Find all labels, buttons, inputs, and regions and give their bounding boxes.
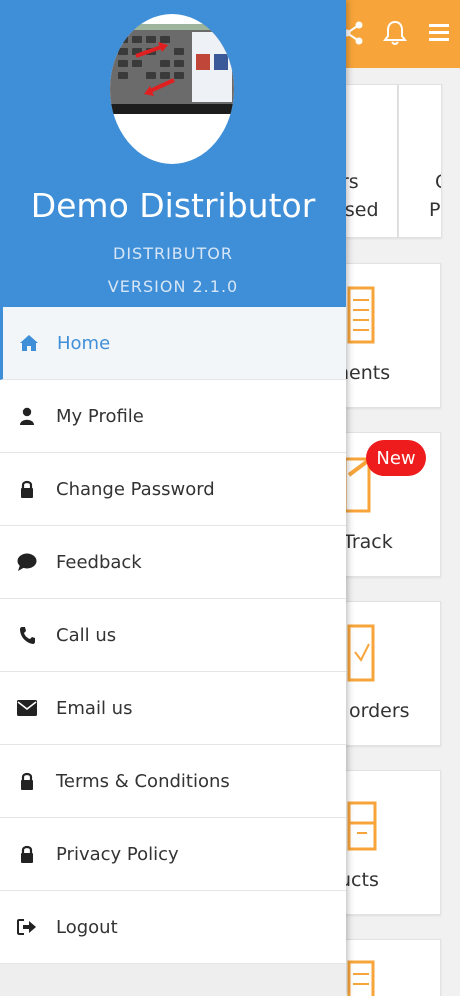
envelope-icon bbox=[17, 698, 37, 718]
avatar-image bbox=[110, 24, 234, 114]
menu-icon[interactable] bbox=[424, 16, 454, 50]
menu-item-feedback[interactable]: Feedback bbox=[0, 526, 346, 599]
card-label: C bbox=[435, 171, 441, 193]
app-version: VERSION 2.1.0 bbox=[107, 277, 239, 296]
menu-item-call-us[interactable]: Call us bbox=[0, 599, 346, 672]
menu-item-privacy-policy[interactable]: Privacy Policy bbox=[0, 818, 346, 891]
menu-label: Call us bbox=[56, 624, 117, 646]
menu-label: Change Password bbox=[56, 478, 215, 500]
avatar[interactable] bbox=[110, 14, 234, 164]
card-label: P bbox=[429, 199, 441, 221]
menu-label: Feedback bbox=[56, 551, 142, 573]
menu-label: My Profile bbox=[56, 405, 144, 427]
lock-icon bbox=[17, 771, 37, 791]
lock-icon bbox=[17, 844, 37, 864]
menu-label: Home bbox=[57, 332, 111, 354]
profile-name: Demo Distributor bbox=[30, 186, 316, 225]
menu-item-change-password[interactable]: Change Password bbox=[0, 453, 346, 526]
menu-item-terms[interactable]: Terms & Conditions bbox=[0, 745, 346, 818]
profile-role: DISTRIBUTOR bbox=[113, 244, 233, 263]
dashboard-card[interactable]: C P bbox=[398, 84, 442, 238]
new-badge: New bbox=[366, 440, 426, 476]
bell-icon[interactable] bbox=[380, 16, 410, 50]
document-icon bbox=[347, 960, 377, 996]
drawer-menu: Home My Profile Change Password Feedback… bbox=[0, 307, 346, 964]
lock-icon bbox=[17, 479, 37, 499]
menu-label: Terms & Conditions bbox=[56, 770, 230, 792]
menu-item-logout[interactable]: Logout bbox=[0, 891, 346, 964]
phone-icon bbox=[17, 625, 37, 645]
menu-item-email-us[interactable]: Email us bbox=[0, 672, 346, 745]
menu-item-my-profile[interactable]: My Profile bbox=[0, 380, 346, 453]
sign-out-icon bbox=[17, 917, 37, 937]
card-label: orders bbox=[349, 700, 410, 722]
menu-item-home[interactable]: Home bbox=[0, 307, 346, 380]
navigation-drawer: Demo Distributor DISTRIBUTOR VERSION 2.1… bbox=[0, 0, 346, 996]
drawer-header: Demo Distributor DISTRIBUTOR VERSION 2.1… bbox=[0, 0, 346, 307]
card-label: Track bbox=[343, 531, 393, 553]
document-icon bbox=[347, 624, 377, 689]
home-icon bbox=[19, 333, 39, 353]
menu-label: Email us bbox=[56, 697, 133, 719]
menu-label: Logout bbox=[56, 916, 118, 938]
box-icon bbox=[347, 793, 377, 858]
drawer-footer bbox=[0, 964, 346, 996]
user-icon bbox=[17, 406, 37, 426]
comment-icon bbox=[17, 552, 37, 572]
menu-label: Privacy Policy bbox=[56, 843, 179, 865]
document-icon bbox=[347, 286, 377, 351]
